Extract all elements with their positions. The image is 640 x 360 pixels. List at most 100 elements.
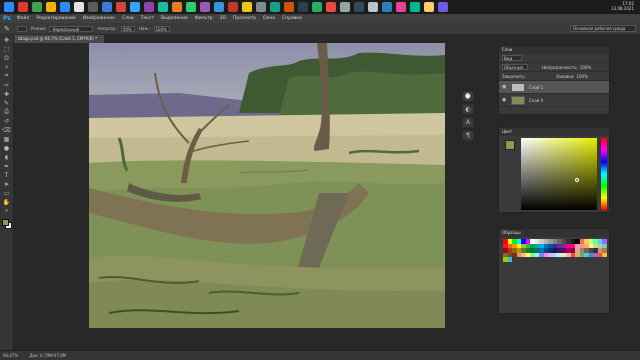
taskbar-app-icon[interactable] (214, 2, 224, 12)
layer-opacity-value[interactable]: 100% (580, 65, 591, 70)
workspace-select[interactable]: Основная рабочая среда (570, 25, 636, 32)
menu-item[interactable]: Изображение (83, 16, 115, 21)
taskbar-app-icon[interactable] (46, 2, 56, 12)
taskbar-app-icon[interactable] (116, 2, 126, 12)
taskbar-app-icon[interactable] (312, 2, 322, 12)
menu-item[interactable]: Редактирование (36, 16, 75, 21)
marquee-tool-icon[interactable]: ⬚ (2, 45, 11, 53)
visibility-eye-icon[interactable]: ◉ (502, 97, 507, 103)
dodge-tool-icon[interactable]: ◖ (2, 153, 11, 161)
path-select-tool-icon[interactable]: ➤ (2, 180, 11, 188)
taskbar-app-icon[interactable] (298, 2, 308, 12)
taskbar-app-icon[interactable] (88, 2, 98, 12)
color-swatch[interactable] (602, 252, 607, 257)
taskbar-app-icon[interactable] (186, 2, 196, 12)
brush-preset-icon[interactable]: ✎ (4, 25, 14, 33)
opacity-field[interactable]: 50% (120, 25, 135, 32)
color-picker-cursor[interactable] (575, 178, 579, 182)
tools-panel: ✥ ⬚ ʘ ✧ ⌗ ✑ ✚ ✎ ⎙ ↺ ⌫ ▦ ● ◖ ✒ T ➤ ▭ ✋ ⌕ (0, 35, 14, 350)
healing-tool-icon[interactable]: ✚ (2, 90, 11, 98)
pen-tool-icon[interactable]: ✒ (2, 162, 11, 170)
menu-item[interactable]: Файл (17, 16, 29, 21)
eraser-tool-icon[interactable]: ⌫ (2, 126, 11, 134)
menu-item[interactable]: 3D (220, 16, 226, 21)
text-panel-icon[interactable]: A (462, 117, 474, 128)
zoom-level[interactable]: 66,67% (3, 353, 18, 358)
eyedropper-tool-icon[interactable]: ✑ (2, 81, 11, 89)
taskbar-app-icon[interactable] (74, 2, 84, 12)
taskbar-app-icon[interactable] (368, 2, 378, 12)
layers-panel-title: Слои (499, 46, 609, 54)
gradient-tool-icon[interactable]: ▦ (2, 135, 11, 143)
taskbar-app-icon[interactable] (256, 2, 266, 12)
fill-value[interactable]: 100% (576, 74, 587, 79)
layer-thumbnail (511, 82, 525, 92)
taskbar-app-icon[interactable] (270, 2, 280, 12)
taskbar-app-icon[interactable] (4, 2, 14, 12)
taskbar-app-icon[interactable] (172, 2, 182, 12)
taskbar-app-icon[interactable] (410, 2, 420, 12)
hue-slider[interactable] (601, 138, 607, 210)
menu-item[interactable]: Выделение (161, 16, 188, 21)
clone-stamp-tool-icon[interactable]: ⎙ (2, 108, 11, 116)
taskbar-app-icon[interactable] (424, 2, 434, 12)
zoom-tool-icon[interactable]: ⌕ (2, 207, 11, 215)
taskbar-app-icon[interactable] (228, 2, 238, 12)
brush-tool-icon[interactable]: ✎ (2, 99, 11, 107)
taskbar-app-icon[interactable] (396, 2, 406, 12)
fg-bg-colors[interactable] (1, 219, 12, 229)
type-tool-icon[interactable]: T (2, 171, 11, 179)
menu-item[interactable]: Просмотр (233, 16, 256, 21)
taskbar-app-icon[interactable] (60, 2, 70, 12)
document-tab[interactable]: Шарр.psd @ 66,7% (Слой 1, CMYK/8) * (14, 35, 104, 43)
canvas-area[interactable]: ⌚ ◐ A ¶ (14, 43, 498, 350)
hand-tool-icon[interactable]: ✋ (2, 198, 11, 206)
lasso-tool-icon[interactable]: ʘ (2, 54, 11, 62)
layers-list: ◉ Слой 1 ◉ Слой 0 (499, 81, 609, 107)
color-picker-field[interactable] (521, 138, 597, 210)
taskbar-app-icon[interactable] (382, 2, 392, 12)
history-panel-icon[interactable]: ⌚ (462, 91, 474, 102)
shape-tool-icon[interactable]: ▭ (2, 189, 11, 197)
taskbar-app-icon[interactable] (200, 2, 210, 12)
adjustments-panel-icon[interactable]: ◐ (462, 104, 474, 115)
fill-label: Заливка: (555, 73, 575, 79)
taskbar-app-icon[interactable] (438, 2, 448, 12)
system-clock[interactable]: 17:02 13.08.2021 (611, 1, 634, 11)
taskbar-app-icon[interactable] (144, 2, 154, 12)
taskbar-app-icon[interactable] (130, 2, 140, 12)
blend-mode-select[interactable]: Нормальный (49, 25, 94, 32)
layer-row[interactable]: ◉ Слой 1 (499, 81, 609, 94)
quick-select-tool-icon[interactable]: ✧ (2, 63, 11, 71)
menu-item[interactable]: Слои (122, 16, 134, 21)
blur-tool-icon[interactable]: ● (2, 144, 11, 152)
menu-item[interactable]: Текст (141, 16, 154, 21)
taskbar-app-icon[interactable] (18, 2, 28, 12)
taskbar-app-icon[interactable] (354, 2, 364, 12)
move-tool-icon[interactable]: ✥ (2, 36, 11, 44)
taskbar-app-icon[interactable] (284, 2, 294, 12)
taskbar-app-icon[interactable] (340, 2, 350, 12)
mode-label: Режим: (31, 26, 47, 31)
taskbar-app-icon[interactable] (102, 2, 112, 12)
paragraph-panel-icon[interactable]: ¶ (462, 130, 474, 141)
taskbar-app-icon[interactable] (326, 2, 336, 12)
taskbar-app-icon[interactable] (158, 2, 168, 12)
crop-tool-icon[interactable]: ⌗ (2, 72, 11, 80)
layer-kind-filter[interactable]: Вид (502, 55, 522, 61)
layer-row[interactable]: ◉ Слой 0 (499, 94, 609, 107)
foreground-color-swatch[interactable] (505, 140, 515, 150)
layer-blend-mode[interactable]: Обычные (502, 64, 528, 70)
brush-size-picker[interactable] (17, 25, 27, 32)
swatches-panel: Образцы (498, 228, 610, 314)
flow-field[interactable]: 100% (153, 25, 170, 32)
menu-item[interactable]: Фильтр (195, 16, 213, 21)
taskbar-app-icon[interactable] (32, 2, 42, 12)
color-swatch[interactable] (507, 257, 512, 262)
history-brush-tool-icon[interactable]: ↺ (2, 117, 11, 125)
menu-item[interactable]: Окно (263, 16, 275, 21)
visibility-eye-icon[interactable]: ◉ (502, 84, 507, 90)
painting-canvas[interactable] (89, 43, 445, 328)
menu-item[interactable]: Справка (282, 16, 302, 21)
taskbar-app-icon[interactable] (242, 2, 252, 12)
